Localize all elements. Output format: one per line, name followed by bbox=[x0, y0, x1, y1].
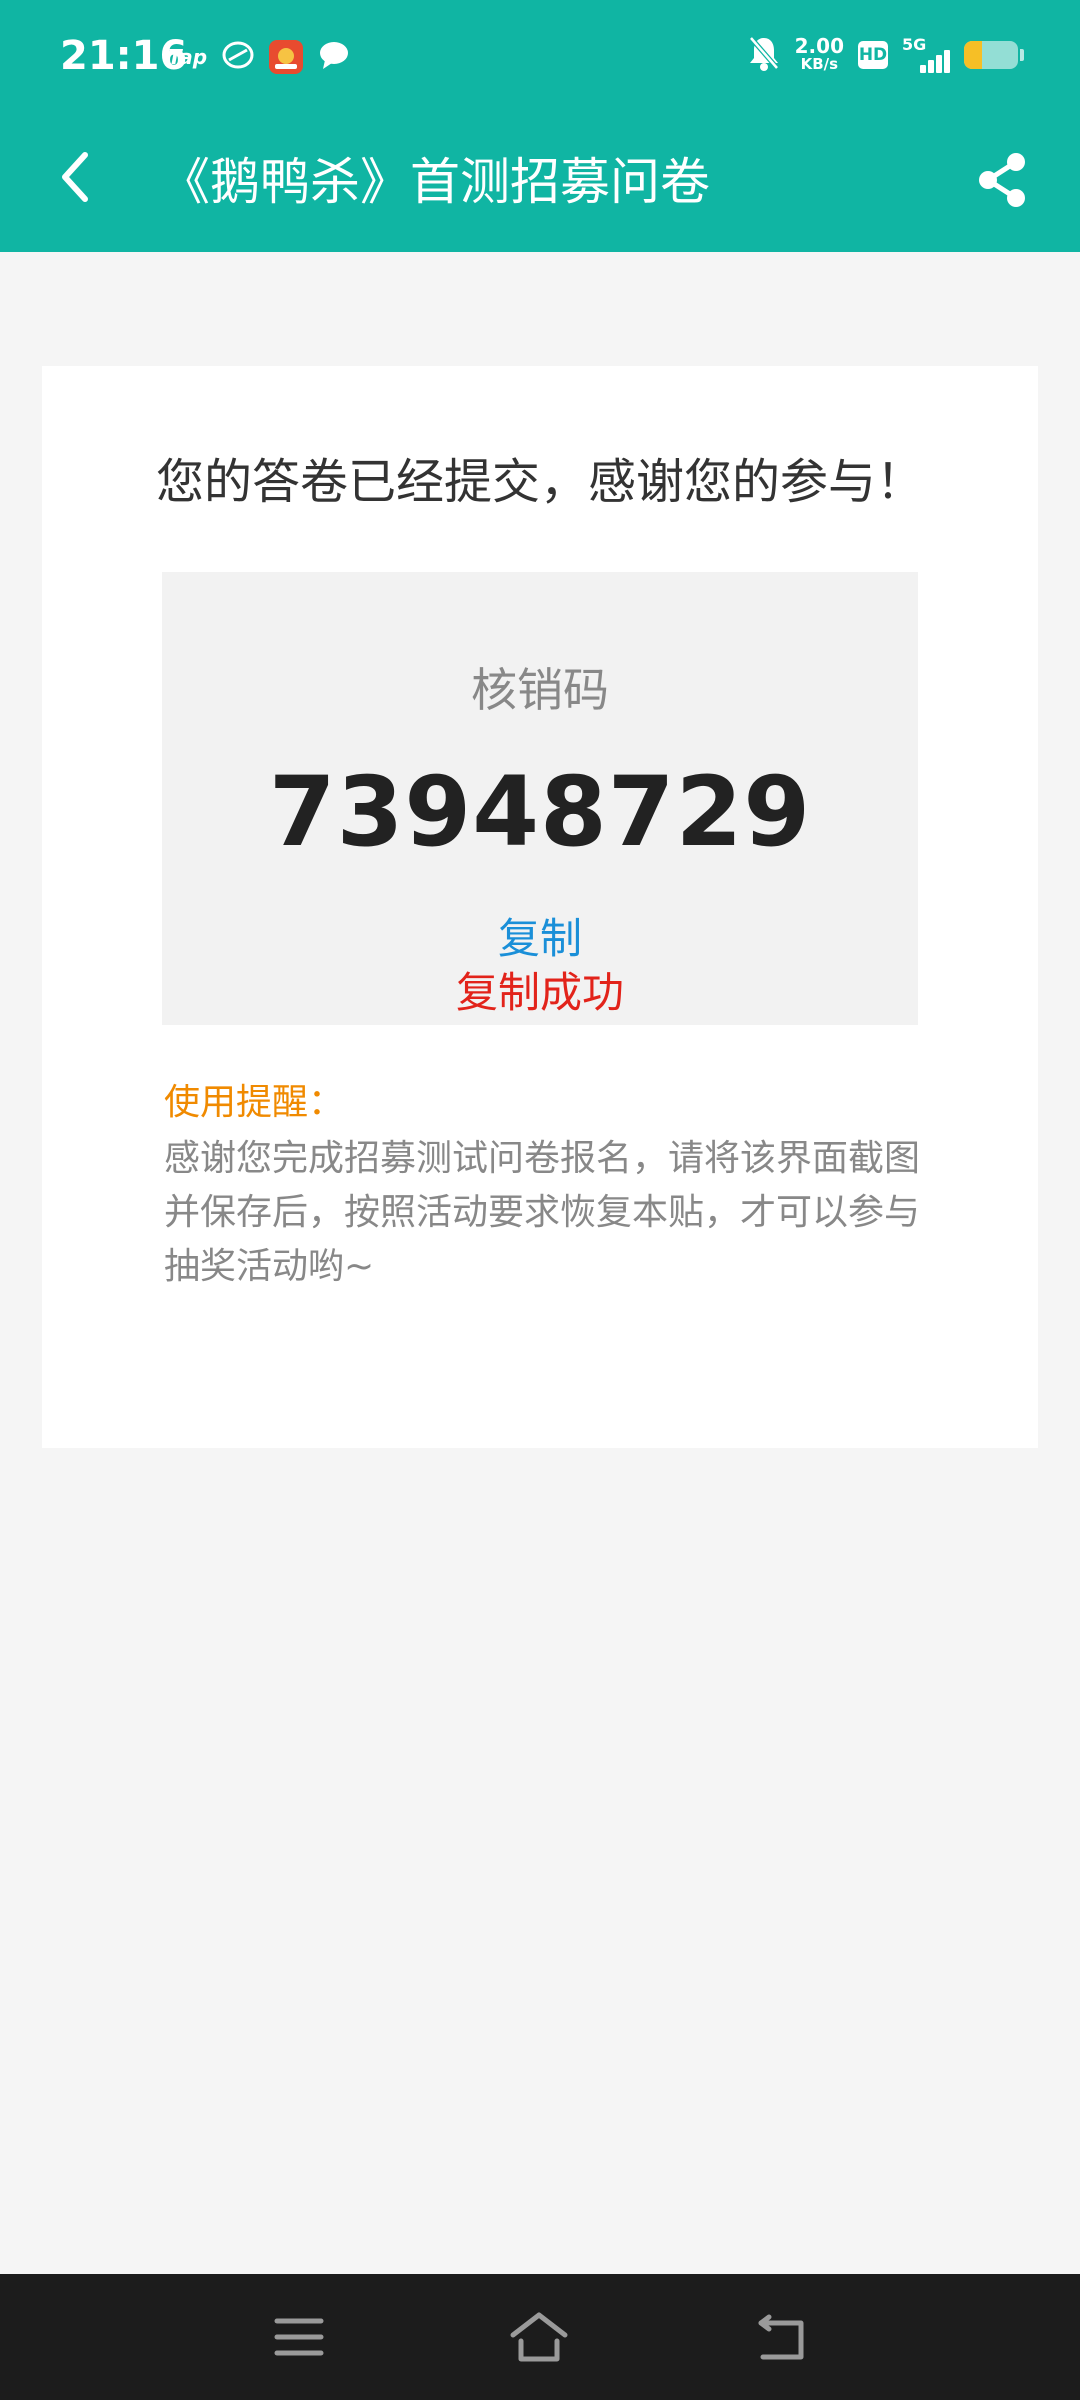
reminder-text: 感谢您完成招募测试问卷报名，请将该界面截图并保存后，按照活动要求恢复本贴，才可以… bbox=[164, 1138, 921, 1287]
result-card: 您的答卷已经提交，感谢您的参与！ 核销码 73948729 复制 复制成功 使用… bbox=[42, 366, 1038, 1448]
share-icon bbox=[979, 153, 1025, 207]
battery-icon bbox=[964, 41, 1018, 69]
back-icon bbox=[758, 2314, 804, 2360]
navigation-bar bbox=[0, 2274, 1080, 2400]
home-button[interactable] bbox=[506, 2304, 572, 2370]
reminder-title: 使用提醒： bbox=[164, 1082, 345, 1123]
verification-code-box: 核销码 73948729 复制 复制成功 bbox=[162, 572, 918, 1025]
app-notification-icon bbox=[269, 40, 304, 74]
verification-code: 73948729 bbox=[268, 756, 812, 868]
system-back-button[interactable] bbox=[748, 2304, 814, 2370]
message-icon bbox=[317, 38, 351, 76]
browser-icon bbox=[221, 38, 255, 76]
menu-icon bbox=[274, 2318, 324, 2356]
copy-button[interactable]: 复制 bbox=[162, 912, 918, 966]
status-bar: 21:16 Tap 2.00 KB/s HD 5G bbox=[0, 0, 1080, 112]
share-button[interactable] bbox=[964, 142, 1040, 218]
home-icon bbox=[510, 2312, 568, 2362]
menu-button[interactable] bbox=[266, 2304, 332, 2370]
taptap-icon: Tap bbox=[168, 45, 208, 69]
network-speed: 2.00 KB/s bbox=[794, 34, 844, 73]
page-title: 《鹅鸭杀》首测招募问卷 bbox=[160, 153, 710, 211]
chevron-left-icon bbox=[62, 152, 88, 202]
submitted-message: 您的答卷已经提交，感谢您的参与！ bbox=[156, 454, 925, 510]
code-label: 核销码 bbox=[471, 663, 609, 717]
screen: 21:16 Tap 2.00 KB/s HD 5G 《鹅鸭杀》首测招募问卷 您的… bbox=[0, 0, 1080, 2400]
bell-muted-icon bbox=[747, 34, 781, 76]
hd-icon: HD bbox=[858, 41, 888, 69]
battery-tip bbox=[1020, 49, 1024, 61]
copy-success-message: 复制成功 bbox=[455, 968, 624, 1017]
back-button[interactable] bbox=[40, 142, 110, 212]
title-bar: 《鹅鸭杀》首测招募问卷 bbox=[0, 112, 1080, 252]
notification-icons: Tap bbox=[168, 38, 351, 76]
signal-icon: 5G bbox=[902, 37, 950, 73]
status-right-icons: 2.00 KB/s HD 5G bbox=[747, 34, 1024, 76]
